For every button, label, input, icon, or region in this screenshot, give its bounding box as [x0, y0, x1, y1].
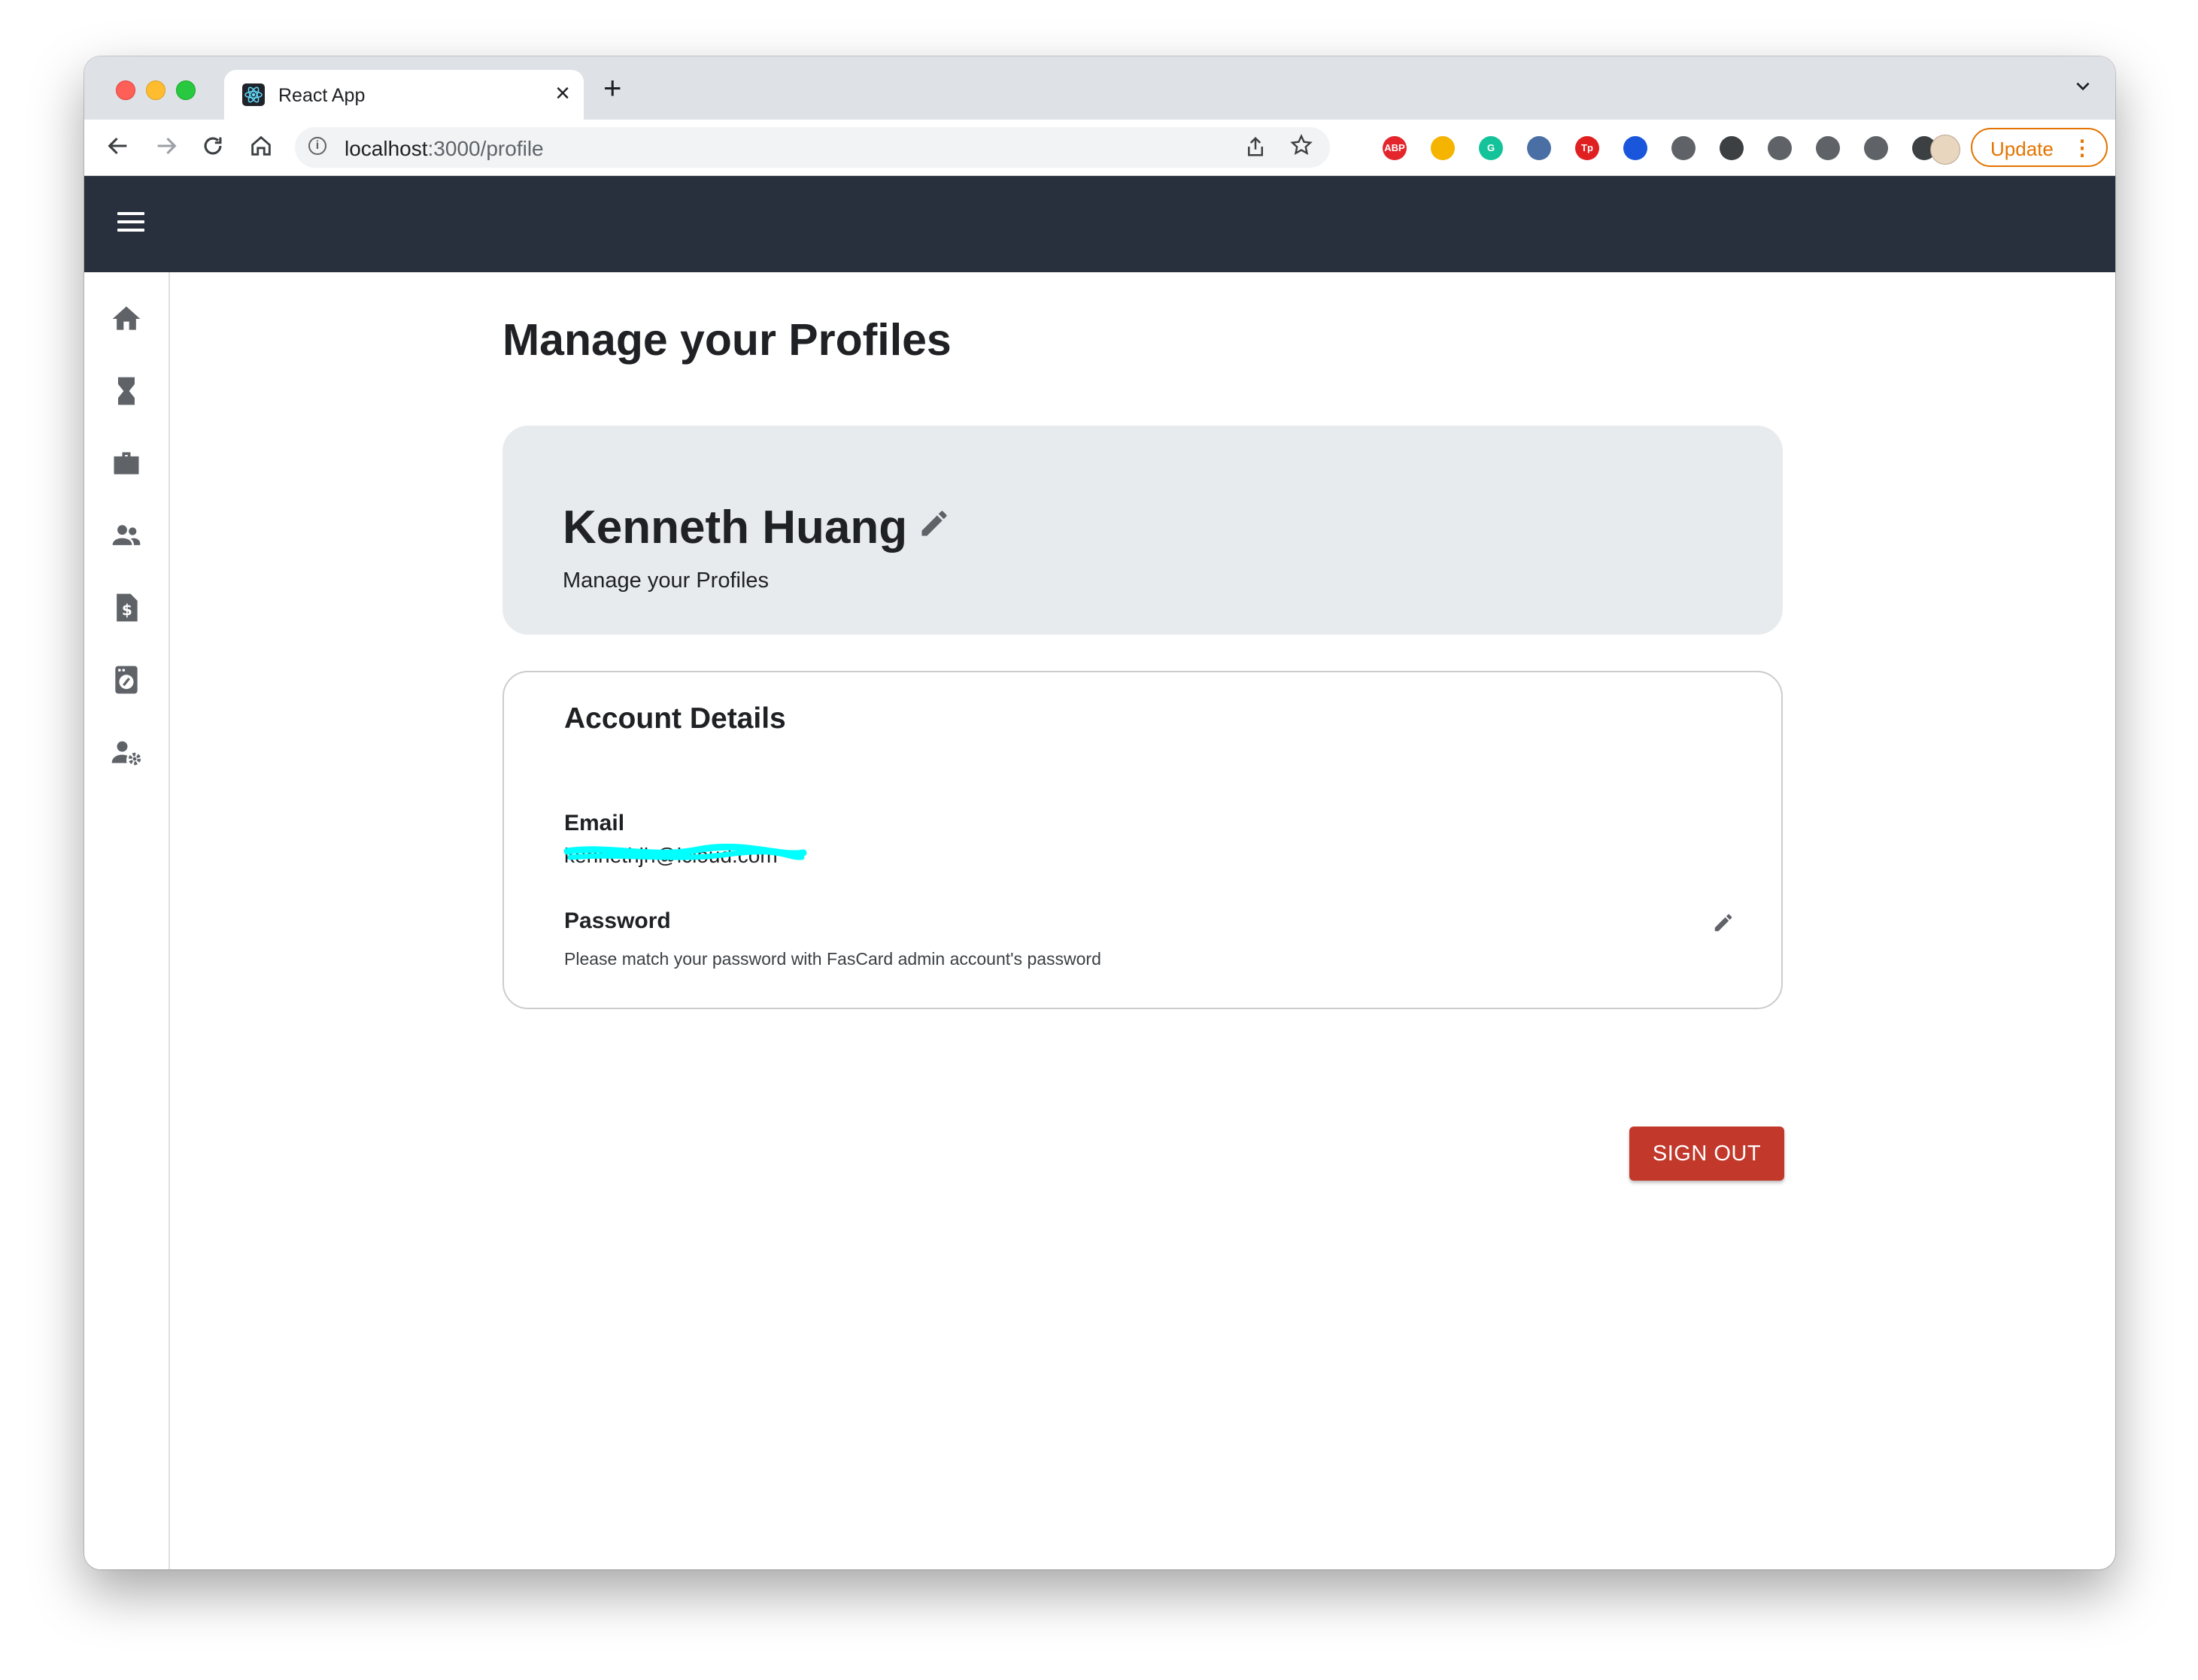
zoom-window-button[interactable] [176, 80, 196, 100]
email-label: Email [564, 811, 625, 835]
redaction-scribble [563, 843, 807, 860]
media-queue-extension-icon[interactable] [1864, 136, 1888, 160]
droplet-extension-icon[interactable] [1623, 136, 1647, 160]
forward-arrow-icon[interactable] [153, 133, 179, 164]
stack-extension-icon[interactable] [1527, 136, 1551, 160]
svg-text:$: $ [122, 601, 132, 619]
invoice-icon[interactable]: $ [110, 591, 143, 624]
tab-strip: React App × + [84, 56, 2115, 120]
people-icon[interactable] [110, 519, 143, 552]
puzzle-extension-icon[interactable] [1816, 136, 1840, 160]
eyedropper-extension-icon[interactable] [1768, 136, 1792, 160]
profile-name: Kenneth Huang [563, 502, 908, 553]
browser-tab[interactable]: React App × [224, 70, 584, 120]
hourglass-icon[interactable] [110, 375, 143, 408]
edit-name-pencil-icon[interactable] [918, 507, 951, 540]
back-arrow-icon[interactable] [105, 133, 131, 164]
user-settings-icon[interactable] [110, 735, 143, 769]
color-wheel-extension-icon[interactable] [1431, 136, 1455, 160]
page-title: Manage your Profiles [502, 315, 952, 365]
profile-card: Kenneth Huang Manage your Profiles [502, 426, 1783, 635]
bowtie-extension-icon[interactable] [1720, 136, 1744, 160]
password-label: Password [564, 908, 671, 933]
briefcase-icon[interactable] [110, 447, 143, 480]
bookmark-star-icon[interactable] [1289, 133, 1313, 163]
profile-subtitle: Manage your Profiles [563, 569, 770, 593]
washer-icon[interactable] [110, 663, 143, 696]
tp-extension-icon[interactable]: Tp [1575, 136, 1599, 160]
home-browser-icon[interactable] [248, 133, 274, 164]
browser-window: React App × + i localhost:3000/profile A… [84, 56, 2115, 1569]
update-button[interactable]: Update ⋮ [1971, 128, 2108, 167]
grammarly-extension-icon[interactable]: G [1479, 136, 1503, 160]
sign-out-button[interactable]: SIGN OUT [1629, 1127, 1784, 1181]
menu-icon[interactable] [117, 212, 144, 237]
profile-avatar[interactable] [1930, 135, 1960, 165]
browser-toolbar: i localhost:3000/profile ABP G Tp Update ⋮ [84, 120, 2115, 176]
site-info-icon[interactable]: i [308, 137, 326, 155]
home-icon[interactable] [110, 302, 143, 335]
react-favicon-icon [242, 83, 265, 106]
app-top-bar [84, 176, 2115, 272]
update-button-label: Update [1990, 138, 2054, 160]
tab-title: React App [278, 85, 366, 106]
main-content: Manage your Profiles Kenneth Huang Manag… [170, 272, 2115, 1569]
tab-close-icon[interactable]: × [555, 80, 570, 106]
address-bar[interactable]: i localhost:3000/profile [295, 127, 1330, 168]
kebab-menu-icon[interactable]: ⋮ [2072, 135, 2093, 160]
close-window-button[interactable] [116, 80, 135, 100]
account-details-title: Account Details [564, 702, 786, 735]
new-tab-button[interactable]: + [603, 71, 622, 105]
sidebar: $ [84, 272, 170, 1569]
shield-extension-icon[interactable] [1671, 136, 1696, 160]
adblock-plus-extension-icon[interactable]: ABP [1383, 136, 1407, 160]
address-url[interactable]: localhost:3000/profile [345, 137, 544, 161]
password-hint: Please match your password with FasCard … [564, 949, 1101, 969]
tab-search-chevron-icon[interactable] [2073, 76, 2093, 101]
account-details-card: Account Details Email kennethjh@icloud.c… [502, 671, 1783, 1009]
reload-icon[interactable] [200, 133, 226, 164]
minimize-window-button[interactable] [146, 80, 165, 100]
edit-password-pencil-icon[interactable] [1712, 911, 1735, 934]
share-icon[interactable] [1244, 135, 1267, 164]
